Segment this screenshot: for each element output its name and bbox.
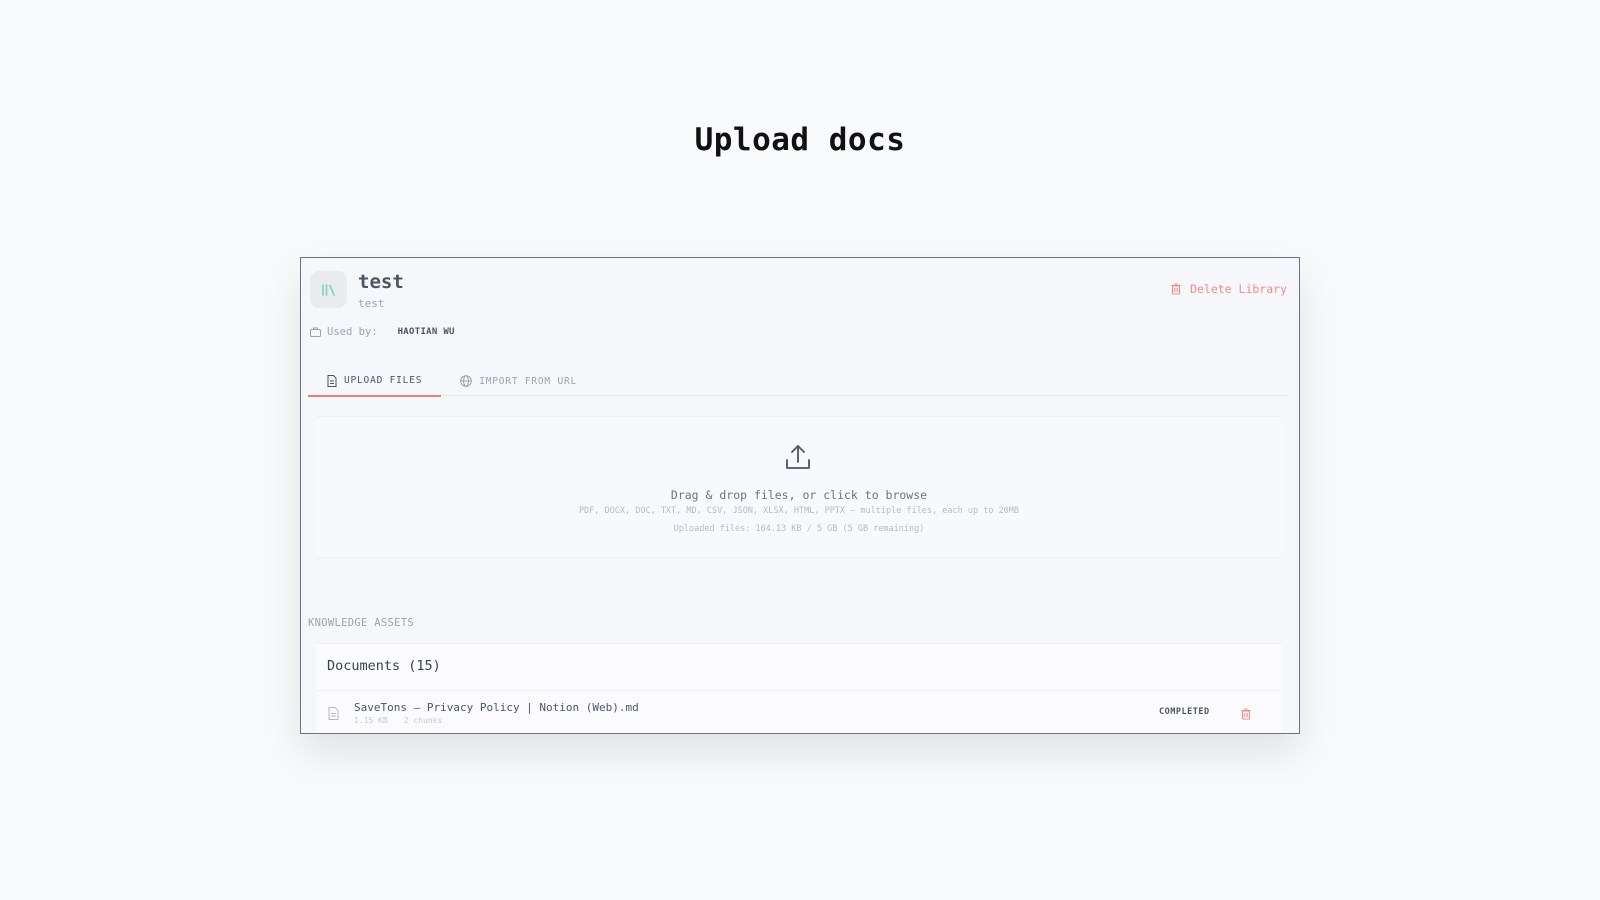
tab-upload-files-label: UPLOAD FILES: [344, 375, 423, 386]
knowledge-assets-label: KNOWLEDGE ASSETS: [308, 617, 414, 629]
library-panel: test test Delete Library Used by: HAOTIA…: [300, 257, 1300, 734]
tab-bar: UPLOAD FILES IMPORT FROM URL: [308, 366, 1288, 397]
list-item[interactable]: SaveTons – Privacy Policy | Notion (Web)…: [316, 696, 1282, 733]
document-meta: 1.15 KB 2 chunks: [354, 716, 442, 725]
documents-card: Documents (15) SaveTons – Privacy Policy…: [316, 643, 1282, 733]
delete-library-label: Delete Library: [1190, 282, 1287, 296]
status-badge: COMPLETED: [1159, 707, 1210, 717]
tab-import-from-url-label: IMPORT FROM URL: [479, 375, 578, 387]
document-icon: [328, 707, 339, 720]
tab-import-from-url[interactable]: IMPORT FROM URL: [441, 366, 596, 396]
delete-library-button[interactable]: Delete Library: [1171, 282, 1287, 296]
dropzone-instructions: Drag & drop files, or click to browse: [670, 488, 928, 502]
trash-icon: [1171, 283, 1181, 295]
globe-icon: [460, 375, 473, 387]
documents-title: Documents (15): [327, 658, 441, 674]
document-name: SaveTons – Privacy Policy | Notion (Web)…: [354, 701, 639, 714]
file-icon: [327, 374, 337, 387]
document-chunks: 2 chunks: [403, 716, 443, 725]
dropzone-formats: PDF, DOCX, DOC, TXT, MD, CSV, JSON, XLSX…: [578, 506, 1020, 516]
document-size: 1.15 KB: [354, 716, 388, 725]
trash-icon: [1241, 708, 1251, 720]
upload-icon: [786, 445, 810, 469]
library-description: test: [358, 297, 385, 310]
upload-dropzone[interactable]: Drag & drop files, or click to browse PD…: [316, 416, 1282, 558]
documents-divider: [316, 690, 1282, 691]
tab-upload-files[interactable]: UPLOAD FILES: [308, 366, 442, 397]
page-title: Upload docs: [694, 122, 906, 158]
used-by-label: Used by:: [327, 326, 378, 338]
delete-document-button[interactable]: [1241, 705, 1251, 724]
library-avatar: [310, 271, 347, 308]
library-name: test: [358, 271, 404, 293]
used-by-user: HAOTIAN WU: [397, 327, 455, 337]
used-by-row: Used by: HAOTIAN WU: [310, 326, 455, 338]
dropzone-usage: Uploaded files: 164.13 KB / 5 GB (5 GB r…: [673, 524, 925, 534]
books-icon: [321, 283, 335, 296]
briefcase-icon: [310, 327, 321, 337]
